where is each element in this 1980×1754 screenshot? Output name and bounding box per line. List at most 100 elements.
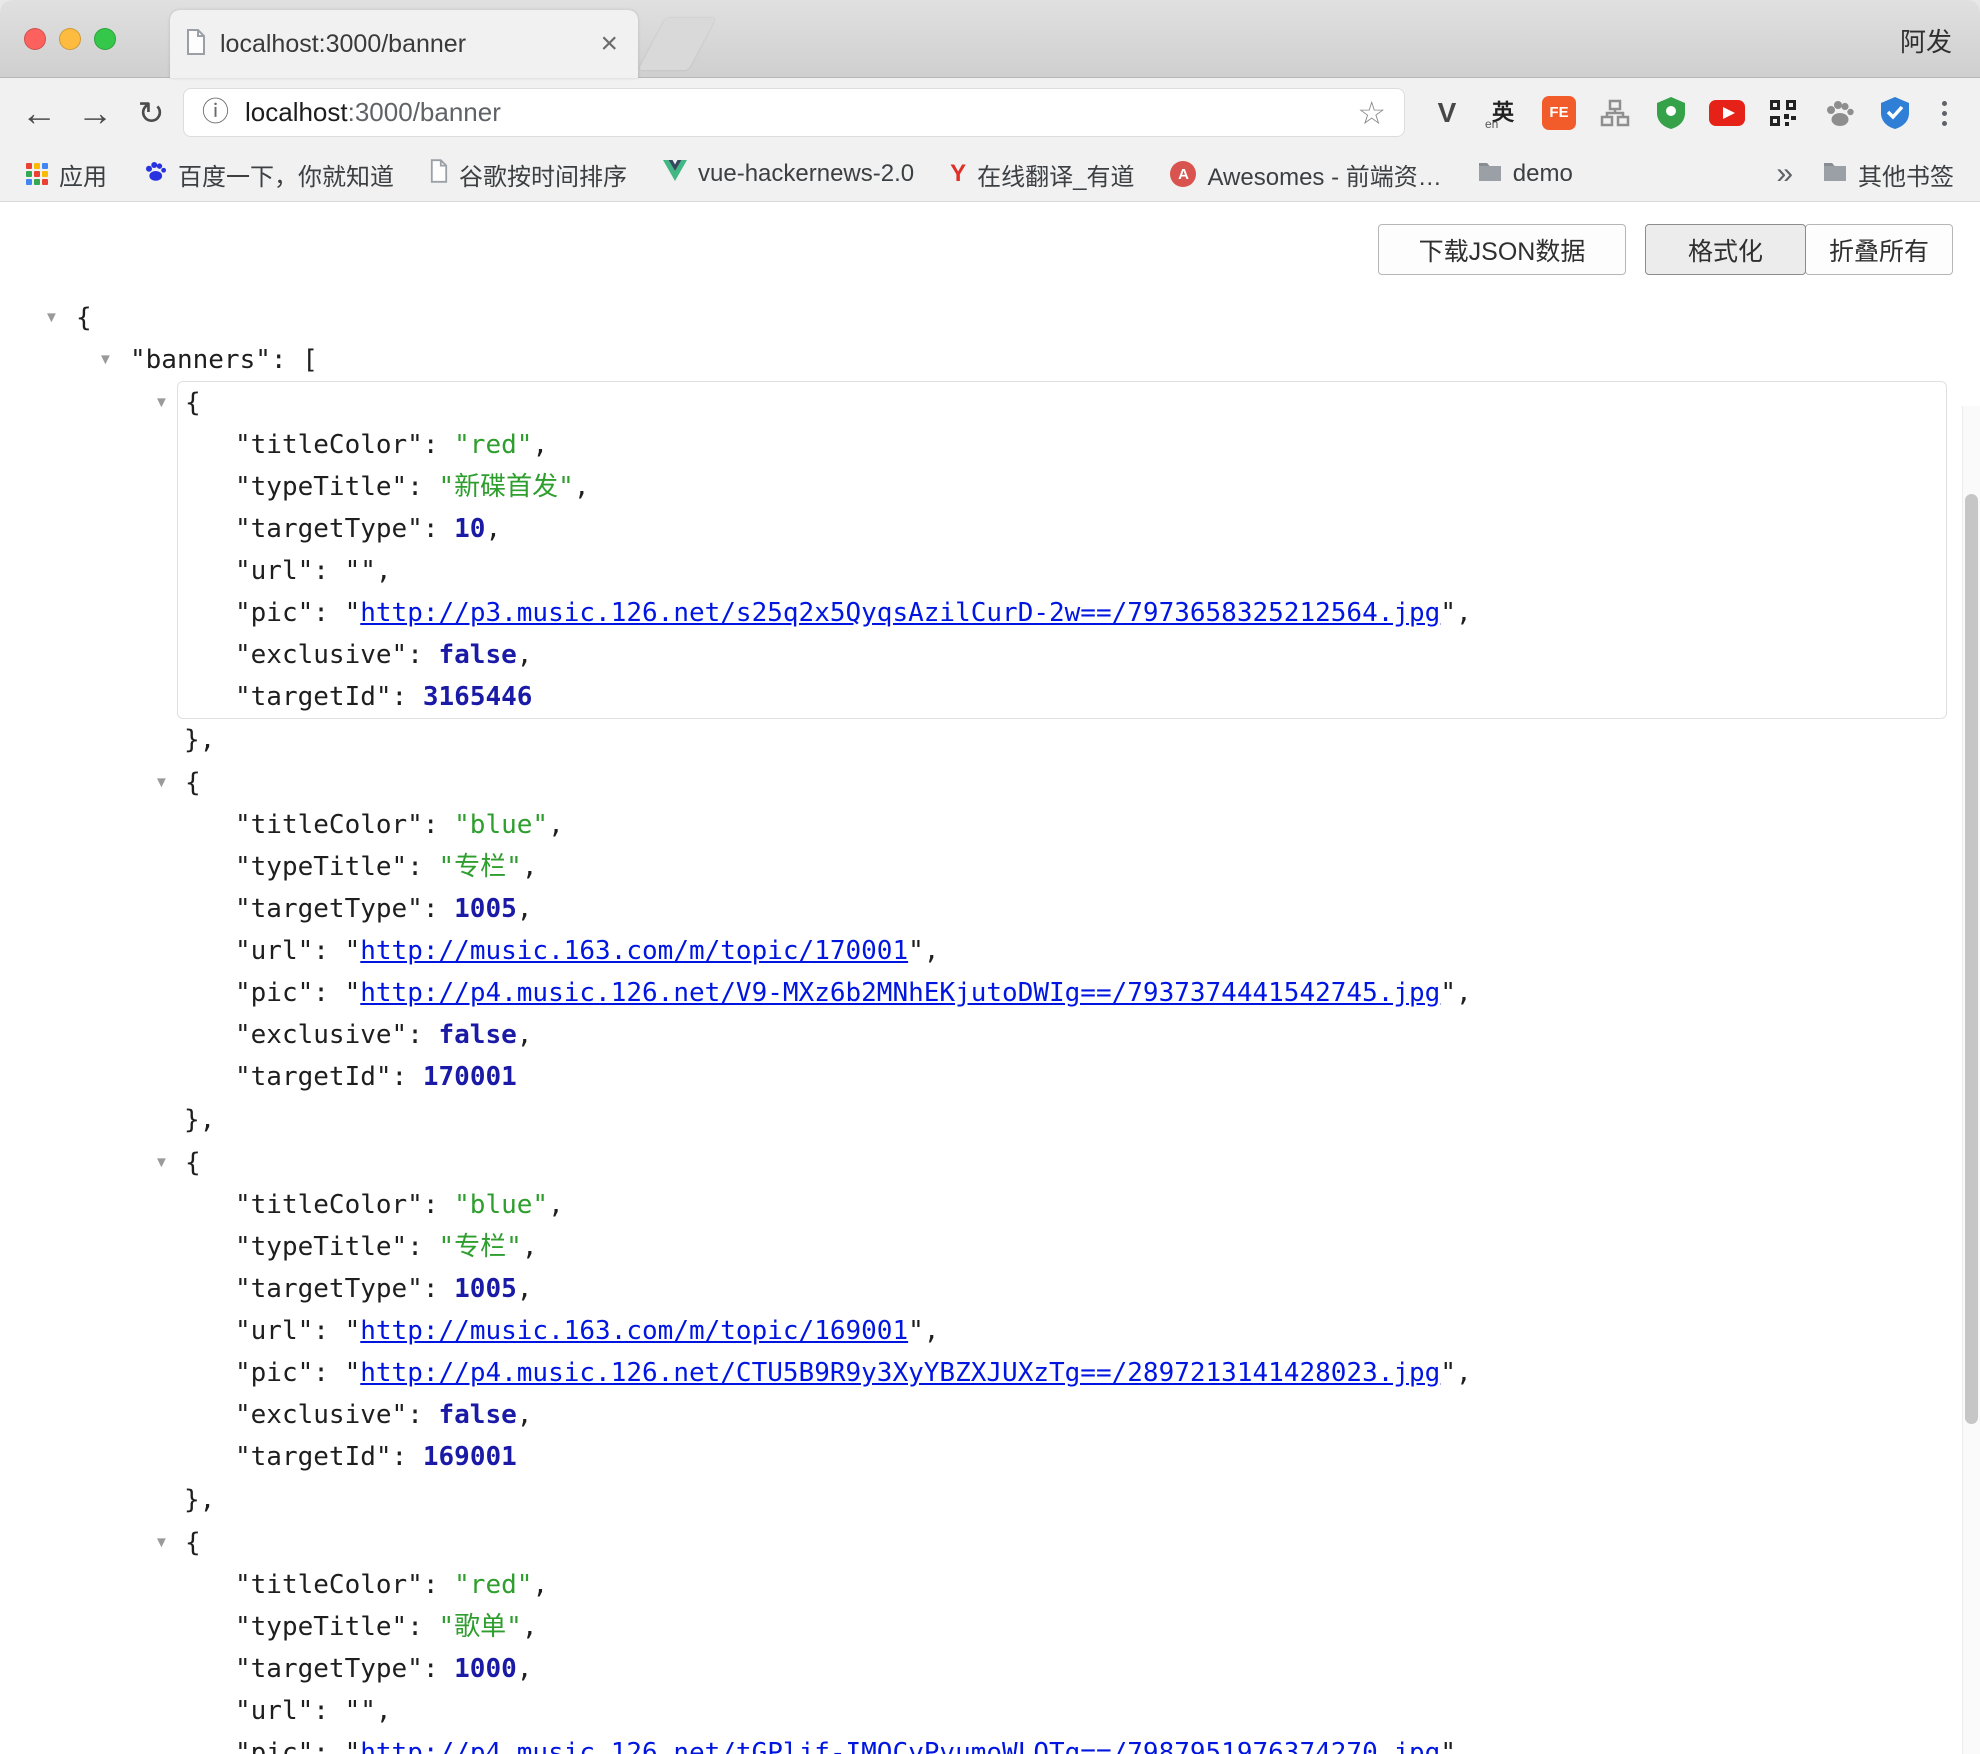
bookmarks-overflow-icon[interactable]: »: [1776, 157, 1793, 191]
json-url-link[interactable]: http://music.163.com/m/topic/169001: [360, 1316, 908, 1346]
folder-icon: [1823, 160, 1847, 188]
reload-button[interactable]: ↻: [128, 78, 174, 147]
tab-title: localhost:3000/banner: [220, 30, 596, 59]
browser-window: localhost:3000/banner × 阿发 ← → ↻ ⓘ local…: [0, 0, 1980, 1754]
bookmark-baidu[interactable]: 百度一下，你就知道: [143, 157, 394, 192]
close-window-button[interactable]: [24, 28, 46, 50]
json-object: ▼{"titleColor": "blue","typeTitle": "专栏"…: [177, 761, 1947, 1099]
json-quote: ": [1440, 1738, 1456, 1754]
json-field-pic: "pic": "http://p4.music.126.net/V9-MXz6b…: [178, 972, 1946, 1014]
address-bar[interactable]: ⓘ localhost:3000/banner ☆: [183, 88, 1405, 137]
sitemap-icon[interactable]: [1596, 93, 1634, 133]
json-array-items: ▼{"titleColor": "red","typeTitle": "新碟首发…: [0, 381, 1962, 1754]
collapse-toggle-icon[interactable]: ▼: [154, 1142, 169, 1184]
json-field-pic: "pic": "http://p4.music.126.net/CTU5B9R9…: [178, 1352, 1946, 1394]
format-button[interactable]: 格式化: [1645, 224, 1806, 275]
json-object-open-line: ▼{: [178, 762, 1946, 804]
json-url-link[interactable]: http://p3.music.126.net/s25q2x5QyqsAzilC…: [360, 598, 1440, 628]
folder-icon: [1478, 160, 1502, 188]
page-info-icon[interactable]: ⓘ: [202, 99, 229, 126]
blue-shield-icon[interactable]: [1876, 93, 1914, 133]
tab-close-icon[interactable]: ×: [596, 29, 622, 59]
scrollbar[interactable]: [1962, 406, 1980, 1754]
json-key: "typeTitle": [235, 1612, 407, 1642]
json-field-pic: "pic": "http://p4.music.126.net/tGPljf-I…: [178, 1732, 1946, 1754]
json-colon: :: [423, 1274, 454, 1304]
bookmark-apps[interactable]: 应用: [26, 157, 107, 192]
scrollbar-thumb[interactable]: [1965, 494, 1978, 1424]
paw-icon[interactable]: [1820, 93, 1858, 133]
fe-icon[interactable]: FE: [1540, 93, 1578, 133]
bookmark-awesomes[interactable]: A Awesomes - 前端资…: [1170, 157, 1441, 192]
browser-tab[interactable]: localhost:3000/banner ×: [170, 10, 638, 78]
profile-name[interactable]: 阿发: [1900, 22, 1952, 59]
bookmark-label: 在线翻译_有道: [977, 157, 1134, 192]
json-comma: ,: [485, 514, 501, 544]
json-quote: ": [345, 936, 361, 966]
json-comma: ,: [574, 472, 590, 502]
json-url-link[interactable]: http://p4.music.126.net/V9-MXz6b2MNhEKju…: [360, 978, 1440, 1008]
bookmark-google-sort[interactable]: 谷歌按时间排序: [430, 157, 627, 192]
apps-grid-icon: [26, 163, 48, 185]
json-bool-value: false: [439, 1020, 517, 1050]
json-comma: ,: [517, 1020, 533, 1050]
bookmark-youdao[interactable]: Y 在线翻译_有道: [950, 157, 1134, 192]
json-comma: ,: [1456, 1358, 1472, 1388]
json-url-link[interactable]: http://p4.music.126.net/CTU5B9R9y3XyYBZX…: [360, 1358, 1440, 1388]
green-shield-icon[interactable]: [1652, 93, 1690, 133]
bookmark-vue-hackernews[interactable]: vue-hackernews-2.0: [663, 160, 914, 188]
collapse-toggle-icon[interactable]: ▼: [154, 1522, 169, 1564]
json-colon: :: [407, 1232, 438, 1262]
bookmark-label: vue-hackernews-2.0: [698, 160, 914, 188]
json-key: "targetType": [235, 894, 423, 924]
vue-icon: [663, 160, 687, 188]
collapse-toggle-icon[interactable]: ▼: [44, 297, 59, 339]
qr-code-icon[interactable]: [1764, 93, 1802, 133]
collapse-toggle-icon[interactable]: ▼: [154, 762, 169, 804]
json-quote: ": [345, 598, 361, 628]
youdao-icon: Y: [950, 160, 966, 188]
minimize-window-button[interactable]: [59, 28, 81, 50]
json-colon: :: [423, 430, 454, 460]
json-object-close-line: },: [0, 719, 1962, 761]
url-text[interactable]: localhost:3000/banner: [245, 97, 501, 128]
json-key: "targetId": [235, 1062, 392, 1092]
json-string-value: "专栏": [439, 1232, 522, 1262]
collapse-toggle-icon[interactable]: ▼: [154, 382, 169, 424]
back-button[interactable]: ←: [16, 78, 62, 147]
collapse-toggle-icon[interactable]: ▼: [98, 339, 113, 381]
json-number-value: 169001: [423, 1442, 517, 1472]
json-number-value: 1000: [454, 1654, 517, 1684]
bookmark-label: 谷歌按时间排序: [459, 157, 627, 192]
json-empty-string: "": [345, 556, 376, 586]
forward-button[interactable]: →: [72, 78, 118, 147]
other-bookmarks-folder[interactable]: 其他书签: [1823, 157, 1954, 192]
json-number-value: 1005: [454, 894, 517, 924]
json-viewer: ▼ { ▼ "banners": [ ▼{"titleColor": "red"…: [0, 297, 1962, 1754]
vimium-icon[interactable]: V: [1428, 93, 1466, 133]
maximize-window-button[interactable]: [94, 28, 116, 50]
page-content: 下载JSON数据 格式化 折叠所有 ▼ { ▼ "banners": [ ▼{"…: [0, 203, 1980, 1754]
json-quote: ": [345, 1316, 361, 1346]
translate-icon[interactable]: 英en: [1484, 93, 1522, 133]
json-object-close-line: },: [0, 1099, 1962, 1141]
json-url-link[interactable]: http://p4.music.126.net/tGPljf-IMOCyPvum…: [360, 1738, 1440, 1754]
new-tab-button[interactable]: [638, 18, 716, 70]
bookmark-folder-demo[interactable]: demo: [1478, 160, 1573, 188]
download-json-button[interactable]: 下载JSON数据: [1378, 224, 1626, 275]
youtube-icon[interactable]: [1708, 93, 1746, 133]
json-colon: :: [423, 1570, 454, 1600]
json-key: "pic": [235, 978, 313, 1008]
json-key: "typeTitle": [235, 472, 407, 502]
json-field-targetType: "targetType": 1005,: [178, 888, 1946, 930]
collapse-all-button[interactable]: 折叠所有: [1805, 224, 1953, 275]
json-key: "titleColor": [235, 430, 423, 460]
json-object: ▼{"titleColor": "red","typeTitle": "新碟首发…: [177, 381, 1947, 719]
bookmark-star-icon[interactable]: ☆: [1357, 97, 1386, 129]
awesomes-icon: A: [1170, 161, 1196, 187]
json-open-brace: {: [185, 768, 201, 798]
browser-menu-icon[interactable]: [1924, 93, 1964, 133]
json-field-targetType: "targetType": 1000,: [178, 1648, 1946, 1690]
json-url-link[interactable]: http://music.163.com/m/topic/170001: [360, 936, 908, 966]
json-comma: ,: [517, 1274, 533, 1304]
